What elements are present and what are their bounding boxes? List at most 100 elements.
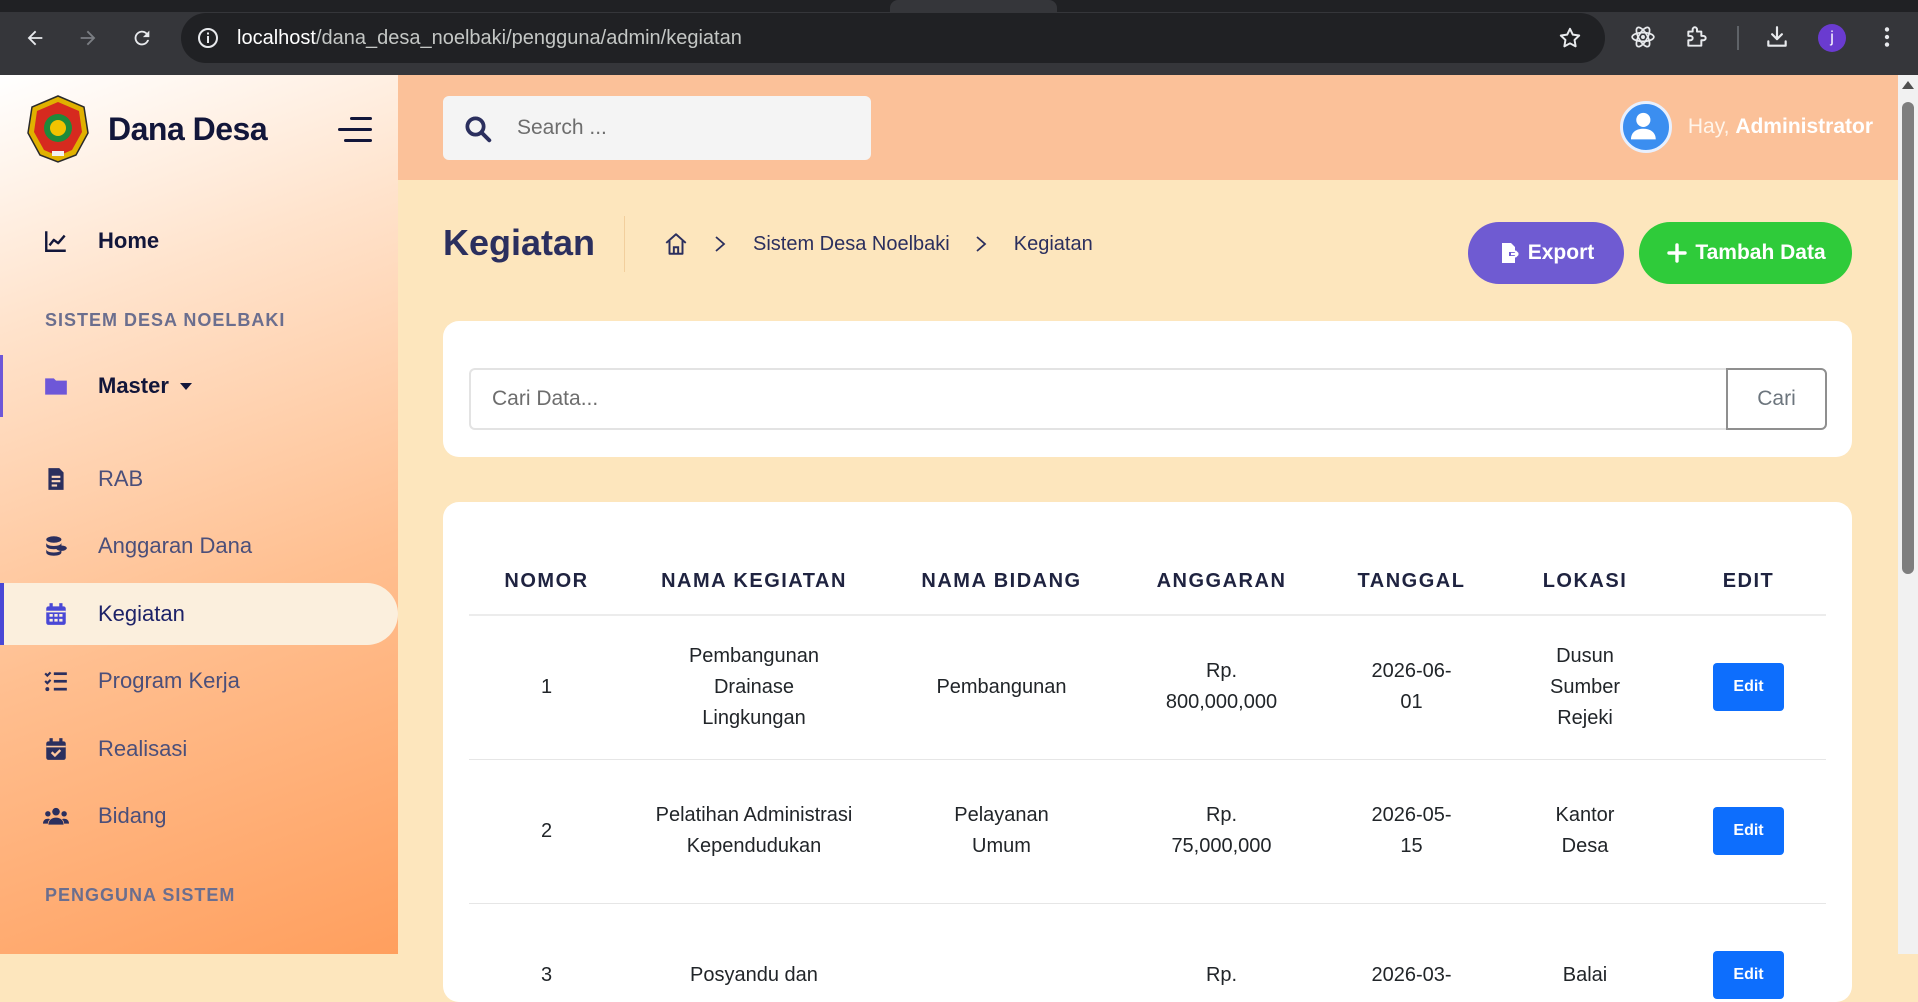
cell-lokasi: Dusun Sumber Rejeki	[1499, 615, 1671, 760]
sidebar-item-label: Home	[98, 228, 160, 253]
search-input[interactable]	[517, 108, 857, 148]
cell-edit: Edit	[1671, 759, 1826, 904]
cell-lokasi: Balai	[1499, 903, 1671, 1002]
sidebar-item-label: Program Kerja	[98, 668, 240, 693]
data-search-input[interactable]	[469, 368, 1726, 430]
section-title-pengguna: PENGGUNA SISTEM	[45, 885, 236, 905]
table-card: NOMOR NAMA KEGIATAN NAMA BIDANG ANGGARAN…	[443, 502, 1852, 1002]
edit-button[interactable]: Edit	[1713, 663, 1784, 712]
column-header: LOKASI	[1499, 548, 1671, 616]
profile-avatar[interactable]: j	[1818, 24, 1846, 52]
sidebar-item-realisasi[interactable]: Realisasi	[0, 718, 398, 780]
title-divider	[624, 216, 625, 272]
cell-anggaran: Rp. 75,000,000	[1119, 759, 1324, 904]
main-content: Kegiatan Sistem Desa Noelbaki Kegiatan E…	[398, 180, 1898, 1002]
info-icon[interactable]	[196, 26, 220, 50]
sidebar-item-master[interactable]: Master	[0, 355, 398, 417]
cell-edit: Edit	[1671, 615, 1826, 760]
column-header: ANGGARAN	[1119, 548, 1324, 616]
global-search[interactable]	[443, 96, 871, 160]
table-row: 2 Pelatihan Administrasi Kependudukan Pe…	[469, 759, 1826, 904]
user-greeting: Hay, Administrator	[1687, 115, 1873, 138]
home-icon[interactable]	[663, 231, 689, 257]
user-menu[interactable]: Hay, Administrator	[1619, 100, 1873, 154]
cell-nama-bidang: Pelayanan Umum	[884, 759, 1119, 904]
browser-tab[interactable]	[890, 0, 1057, 12]
reload-button[interactable]	[126, 22, 158, 54]
download-icon	[1767, 26, 1787, 47]
downloads-button[interactable]	[1762, 22, 1792, 52]
breadcrumb: Sistem Desa Noelbaki Kegiatan	[663, 228, 1093, 260]
arrow-left-icon	[27, 30, 43, 46]
column-header: NAMA KEGIATAN	[624, 548, 884, 616]
brand[interactable]: Dana Desa	[22, 93, 268, 165]
scroll-up-arrow-icon[interactable]	[1902, 81, 1914, 89]
caret-down-icon	[180, 383, 192, 390]
browser-menu-button[interactable]	[1872, 22, 1902, 52]
sidebar-item-rab[interactable]: RAB	[0, 448, 398, 510]
cell-nomor: 2	[469, 759, 624, 904]
sidebar-item-program-kerja[interactable]: Program Kerja	[0, 650, 398, 712]
forward-button[interactable]	[72, 22, 104, 54]
sidebar-item-label: Realisasi	[98, 736, 188, 761]
bookmark-star-icon[interactable]	[1557, 25, 1583, 51]
hamburger-line	[344, 139, 372, 142]
react-atom-icon	[1631, 26, 1655, 48]
reload-icon	[134, 30, 150, 46]
extensions-button[interactable]	[1682, 22, 1712, 52]
sidebar-item-label: Master	[98, 373, 169, 398]
folder-icon	[42, 372, 70, 400]
search-icon	[465, 116, 492, 143]
react-devtools-extension[interactable]	[1628, 22, 1658, 52]
section-title-sistem: SISTEM DESA NOELBAKI	[45, 310, 286, 330]
village-logo-icon	[27, 95, 89, 163]
cell-lokasi: Kantor Desa	[1499, 759, 1671, 904]
sidebar-item-anggaran-dana[interactable]: Anggaran Dana	[0, 515, 398, 577]
page-scrollbar[interactable]	[1898, 75, 1918, 954]
cell-anggaran: Rp. 800,000,000	[1119, 615, 1324, 760]
sidebar-toggle-button[interactable]	[338, 115, 372, 145]
coins-icon	[42, 532, 70, 560]
edit-button[interactable]: Edit	[1713, 807, 1784, 855]
cell-nomor: 3	[469, 903, 624, 1002]
add-data-button[interactable]: Tambah Data	[1639, 222, 1852, 284]
export-button[interactable]: Export	[1468, 222, 1624, 284]
chart-line-icon	[42, 227, 70, 255]
list-check-icon	[42, 667, 70, 695]
sidebar: Dana Desa Home SISTEM DESA NOELBAKI Mast…	[0, 75, 398, 954]
user-name: Administrator	[1735, 115, 1873, 138]
hamburger-line	[338, 128, 372, 131]
table-row: 1 Pembangunan Drainase Lingkungan Pemban…	[469, 615, 1826, 760]
arrow-right-icon	[80, 30, 96, 46]
scrollbar-thumb[interactable]	[1902, 102, 1914, 574]
sidebar-item-label: Kegiatan	[98, 601, 185, 626]
page-title: Kegiatan	[443, 222, 596, 263]
edit-button[interactable]: Edit	[1713, 951, 1784, 999]
table-row: 3 Posyandu dan Rp. 2026-03- Balai Edit	[469, 903, 1826, 1002]
file-export-icon	[1501, 243, 1519, 263]
cell-nama-bidang: Pembangunan	[884, 615, 1119, 760]
more-vertical-icon	[1884, 27, 1890, 47]
url-text[interactable]: localhost/dana_desa_noelbaki/pengguna/ad…	[237, 27, 742, 50]
cell-nama-bidang	[884, 903, 1119, 1002]
toolbar-separator	[1737, 26, 1739, 50]
column-header: NAMA BIDANG	[884, 548, 1119, 616]
puzzle-icon	[1687, 26, 1707, 47]
sidebar-item-kegiatan[interactable]: Kegiatan	[0, 583, 398, 645]
data-search-card: Cari	[443, 321, 1852, 457]
back-button[interactable]	[19, 22, 51, 54]
sidebar-item-bidang[interactable]: Bidang	[0, 785, 398, 847]
kegiatan-table: NOMOR NAMA KEGIATAN NAMA BIDANG ANGGARAN…	[469, 548, 1826, 1002]
cell-nama-kegiatan: Posyandu dan	[624, 903, 884, 1002]
chevron-right-icon	[715, 236, 726, 252]
sidebar-item-home[interactable]: Home	[0, 210, 398, 272]
address-bar[interactable]: localhost/dana_desa_noelbaki/pengguna/ad…	[181, 13, 1605, 63]
search-button[interactable]: Cari	[1726, 368, 1827, 430]
column-header: TANGGAL	[1324, 548, 1499, 616]
breadcrumb-item[interactable]: Sistem Desa Noelbaki	[753, 233, 950, 256]
cell-nama-kegiatan: Pembangunan Drainase Lingkungan	[624, 615, 884, 760]
table-header-row: NOMOR NAMA KEGIATAN NAMA BIDANG ANGGARAN…	[469, 548, 1826, 616]
cell-nomor: 1	[469, 615, 624, 760]
sidebar-item-label: RAB	[98, 466, 144, 491]
cell-tanggal: 2026-05-15	[1324, 759, 1499, 904]
